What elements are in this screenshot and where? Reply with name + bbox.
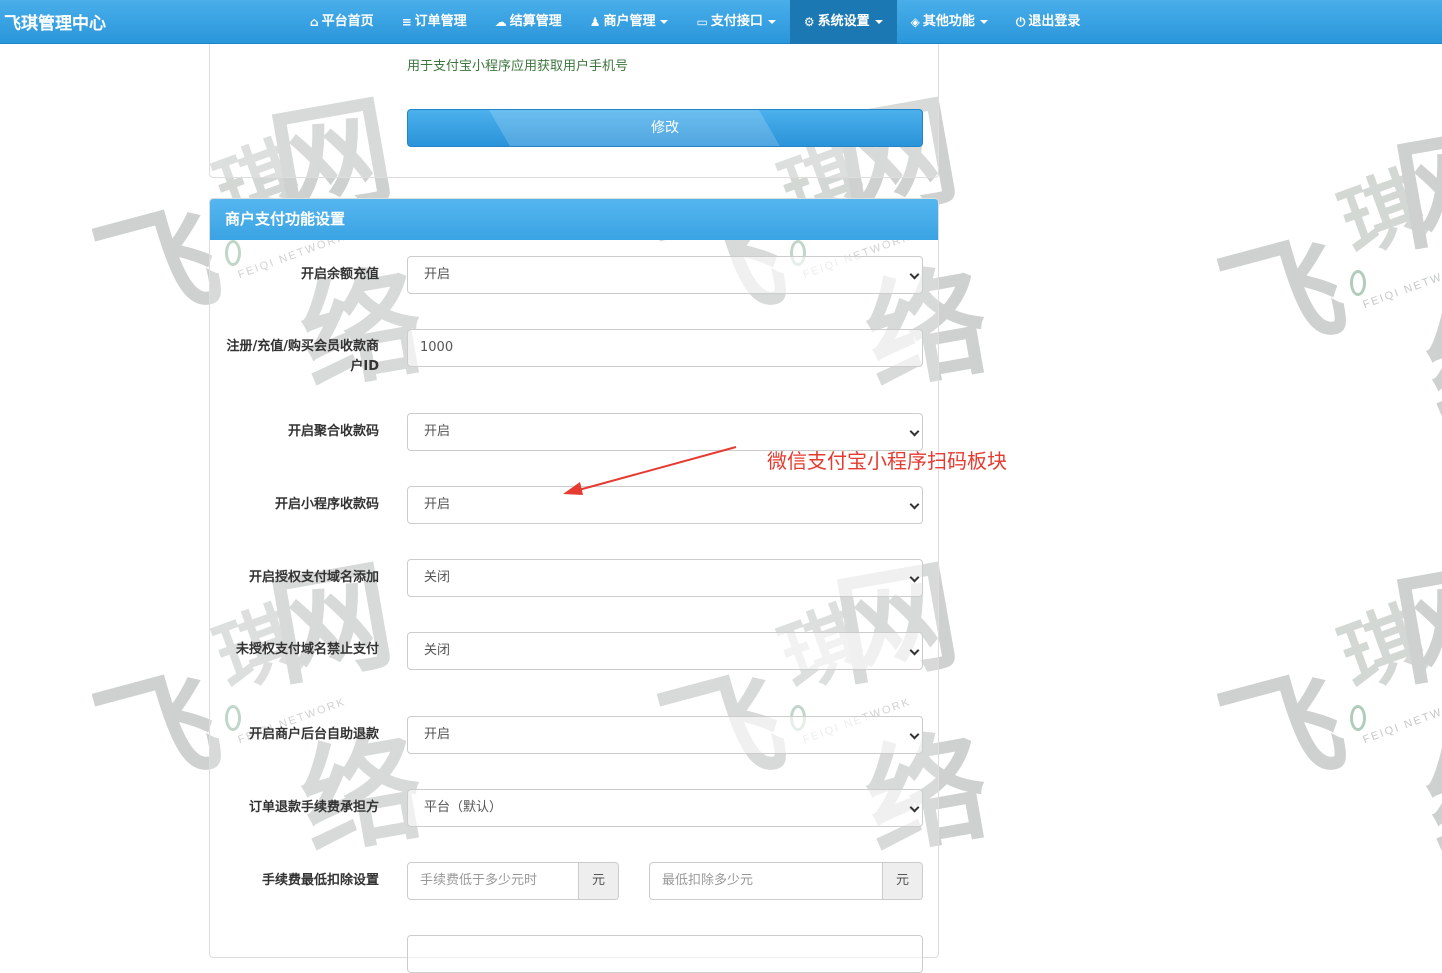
user-icon: ♟ <box>589 15 601 29</box>
nav-settlement-label: 结算管理 <box>509 14 562 29</box>
caret-down-icon <box>874 20 883 24</box>
nav-logout[interactable]: ⏻ 退出登录 <box>1002 0 1095 44</box>
gear-icon: ⚙ <box>803 15 815 29</box>
caret-down-icon <box>660 20 669 24</box>
nav-payment-api[interactable]: ▭ 支付接口 <box>682 0 789 44</box>
nav-home[interactable]: ⌂ 平台首页 <box>296 0 388 44</box>
nav-payment-api-label: 支付接口 <box>710 14 763 29</box>
top-navbar: 飞琪管理中心 ⌂ 平台首页 ≡ 订单管理 ☁ 结算管理 ♟ 商户管理 ▭ 支付接… <box>0 0 1442 44</box>
cube-icon: ◈ <box>910 15 920 29</box>
nav-orders-label: 订单管理 <box>414 14 467 29</box>
annotation-arrow <box>563 446 737 495</box>
credit-card-icon: ▭ <box>696 15 708 29</box>
power-icon: ⏻ <box>1015 15 1026 29</box>
cloud-icon: ☁ <box>494 15 507 29</box>
nav-system-settings-label: 系统设置 <box>817 14 870 29</box>
nav-settlement[interactable]: ☁ 结算管理 <box>481 0 576 44</box>
caret-down-icon <box>979 20 988 24</box>
nav-other[interactable]: ◈ 其他功能 <box>897 0 1002 44</box>
main-nav: ⌂ 平台首页 ≡ 订单管理 ☁ 结算管理 ♟ 商户管理 ▭ 支付接口 ⚙ 系统设… <box>296 0 1094 44</box>
home-icon: ⌂ <box>310 15 319 29</box>
list-icon: ≡ <box>401 15 412 29</box>
nav-orders[interactable]: ≡ 订单管理 <box>388 0 481 44</box>
brand-title[interactable]: 飞琪管理中心 <box>4 9 106 34</box>
nav-home-label: 平台首页 <box>321 14 374 29</box>
nav-other-label: 其他功能 <box>922 14 975 29</box>
caret-down-icon <box>767 20 776 24</box>
nav-merchants-label: 商户管理 <box>603 14 656 29</box>
nav-merchants[interactable]: ♟ 商户管理 <box>576 0 683 44</box>
nav-logout-label: 退出登录 <box>1028 14 1081 29</box>
nav-system-settings[interactable]: ⚙ 系统设置 <box>789 0 897 44</box>
